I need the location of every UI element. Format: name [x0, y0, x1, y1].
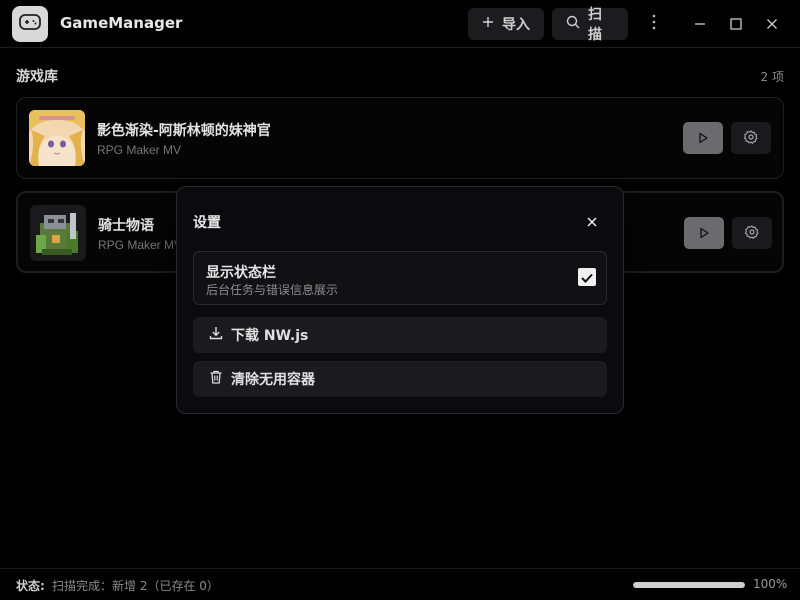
app-title: GameManager [60, 14, 183, 32]
search-icon [566, 15, 580, 33]
status-bar-checkbox[interactable] [578, 268, 596, 286]
import-button-label: 导入 [502, 17, 530, 33]
status-bar-setting[interactable]: 显示状态栏 后台任务与错误信息展示 [193, 251, 607, 305]
game-title: 骑士物语 [98, 218, 154, 234]
play-icon [698, 129, 708, 148]
library-title: 游戏库 [16, 69, 58, 85]
status-bar: 状态: 扫描完成：新增 2（已存在 0） 100% [0, 568, 800, 600]
library-count: 2 项 [760, 70, 784, 84]
plus-icon [482, 16, 494, 32]
game-engine: RPG Maker MV [98, 238, 183, 252]
download-nwjs-label: 下载 NW.js [231, 328, 309, 344]
status-text: 扫描完成：新增 2（已存在 0） [52, 579, 219, 593]
game-cover [30, 205, 86, 261]
dialog-close-button[interactable] [580, 209, 604, 233]
play-button[interactable] [684, 217, 724, 249]
game-card[interactable]: 影色渐染-阿斯林顿的妹神官 RPG Maker MV [16, 97, 784, 179]
progress-fill [633, 582, 745, 588]
setting-label: 显示状态栏 [206, 265, 276, 281]
settings-dialog: 设置 显示状态栏 后台任务与错误信息展示 下载 NW.js 清除无用容器 [176, 186, 624, 414]
title-bar: GameManager 导入 扫描 [0, 0, 800, 48]
download-nwjs-button[interactable]: 下载 NW.js [193, 317, 607, 353]
game-engine: RPG Maker MV [97, 143, 182, 157]
gear-icon [744, 224, 759, 243]
window-close-button[interactable] [760, 12, 784, 36]
import-button[interactable]: 导入 [468, 8, 544, 40]
setting-description: 后台任务与错误信息展示 [206, 283, 339, 297]
minimize-button[interactable] [688, 12, 712, 36]
maximize-icon [730, 15, 742, 34]
game-settings-button[interactable] [731, 122, 771, 154]
play-button[interactable] [683, 122, 723, 154]
play-icon [699, 224, 709, 243]
more-vertical-icon [652, 14, 656, 34]
close-icon [587, 212, 597, 231]
gear-icon [743, 129, 758, 148]
scan-button-label: 扫描 [588, 7, 602, 43]
download-icon [209, 326, 223, 344]
app-logo [12, 6, 48, 42]
close-icon [766, 15, 778, 34]
scan-button[interactable]: 扫描 [552, 7, 628, 43]
trash-icon [209, 370, 223, 388]
check-icon [581, 268, 593, 287]
game-settings-button[interactable] [732, 217, 772, 249]
maximize-button[interactable] [724, 12, 748, 36]
progress-percent: 100% [753, 577, 788, 591]
progress-bar [633, 582, 745, 588]
minimize-icon [694, 15, 706, 34]
clean-containers-button[interactable]: 清除无用容器 [193, 361, 607, 397]
more-menu-button[interactable] [642, 12, 666, 36]
game-cover [29, 110, 85, 166]
gamepad-icon [19, 14, 41, 34]
game-title: 影色渐染-阿斯林顿的妹神官 [97, 123, 271, 139]
status-key: 状态: [16, 579, 45, 593]
clean-containers-label: 清除无用容器 [231, 372, 315, 388]
dialog-title: 设置 [193, 215, 221, 231]
